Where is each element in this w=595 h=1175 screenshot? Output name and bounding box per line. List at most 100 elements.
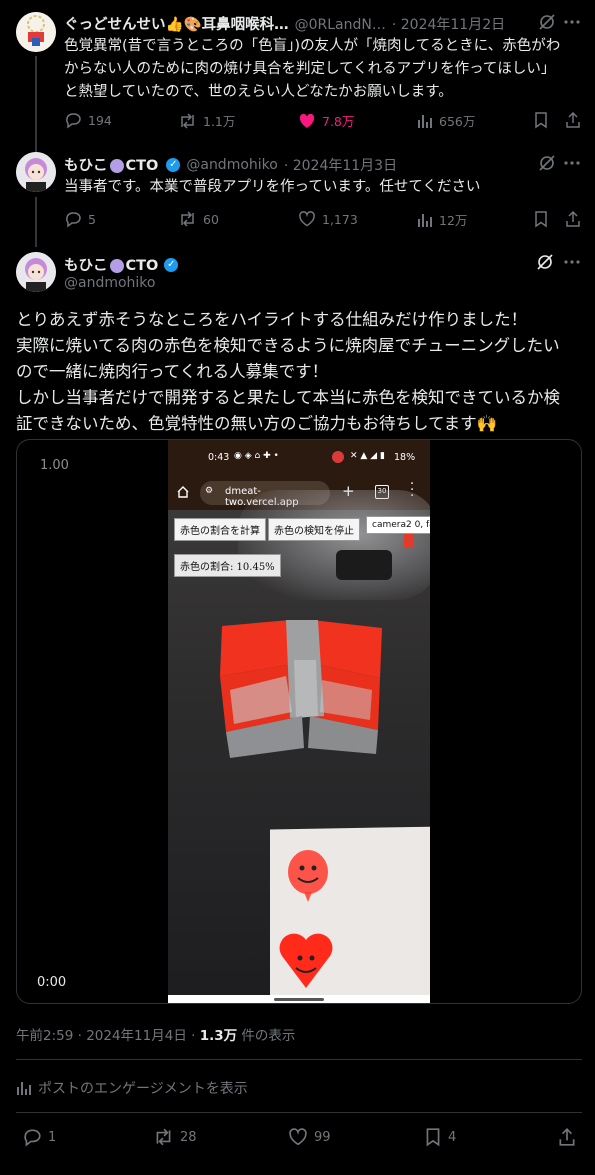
- like-count: 1,173: [322, 211, 358, 227]
- like-count: 7.8万: [322, 114, 355, 129]
- signal-icons: ✕ ▲ ◢ ▮: [350, 451, 385, 461]
- reply-count: 1: [48, 1129, 57, 1145]
- analytics-icon: [418, 114, 432, 128]
- views-button[interactable]: 12万: [417, 210, 467, 229]
- home-icon: [177, 486, 189, 498]
- tweet-text-line: 証できないため、色覚特性の無い方のご協力もお待ちしてます🙌: [16, 414, 498, 433]
- repost-icon: [181, 112, 194, 129]
- playback-speed-label[interactable]: 1.00: [40, 458, 69, 473]
- bookmark-button[interactable]: [533, 210, 549, 228]
- repost-count: 60: [203, 211, 219, 227]
- repost-button[interactable]: 1.1万: [178, 111, 235, 130]
- purple-circle-emoji: [109, 159, 124, 173]
- verified-badge-icon[interactable]: ✓: [166, 157, 181, 172]
- bookmark-button[interactable]: [533, 111, 549, 129]
- grok-icon[interactable]: [538, 154, 556, 172]
- calc-ratio-button: 赤色の割合を計算: [174, 518, 266, 541]
- tweet-1[interactable]: ぐっどせんせい👍🎨耳鼻咽喉科… @0RLandN… · 2024年11月2日 色…: [0, 0, 595, 152]
- analytics-icon: [17, 1082, 31, 1095]
- status-icons: ◉ ◈ ⌂ ✚ •: [234, 451, 279, 461]
- avatar[interactable]: [16, 12, 56, 52]
- view-count: 12万: [439, 213, 468, 228]
- verified-badge-icon[interactable]: ✓: [164, 257, 179, 272]
- share-icon: [566, 111, 580, 128]
- repost-count: 1.1万: [203, 114, 236, 129]
- handle[interactable]: @andmohiko: [186, 157, 277, 173]
- divider: [16, 1112, 582, 1113]
- avatar-image: [16, 252, 56, 292]
- heart-stickers: [279, 850, 333, 988]
- handle[interactable]: @andmohiko: [64, 275, 155, 291]
- grok-icon[interactable]: [536, 253, 554, 271]
- reply-count: 194: [88, 112, 112, 128]
- reply-button[interactable]: 194: [64, 111, 112, 129]
- bookmark-icon: [426, 1128, 440, 1147]
- analytics-icon: [418, 213, 432, 227]
- reply-icon: [24, 1129, 41, 1147]
- like-count: 99: [314, 1129, 331, 1145]
- container-object: [238, 490, 430, 600]
- engagement-link-text: ポストのエンゲージメントを表示: [38, 1081, 248, 1097]
- stop-detection-button: 赤色の検知を停止: [268, 518, 360, 541]
- view-count: 656万: [439, 114, 476, 129]
- display-name-prefix: もひこ: [64, 158, 108, 174]
- red-tab: [404, 532, 414, 548]
- reply-button[interactable]: 5: [64, 210, 96, 228]
- avatar-image: [16, 152, 56, 192]
- battery-level: 18%: [394, 452, 416, 463]
- repost-button[interactable]: 60: [178, 210, 219, 228]
- more-icon[interactable]: [563, 13, 581, 31]
- display-name-prefix: もひこ: [64, 258, 108, 274]
- timestamp-text[interactable]: 午前2:59 · 2024年11月4日 ·: [16, 1028, 200, 1044]
- post-timestamp: 午前2:59 · 2024年11月4日 · 1.3万 件の表示: [16, 1024, 295, 1044]
- avatar[interactable]: [16, 252, 56, 292]
- divider: [16, 1059, 582, 1060]
- tweet-text-line: 実際に焼いてる肉の赤色を検知できるように焼肉屋でチューニングしたい: [16, 336, 560, 355]
- purple-circle-emoji: [109, 259, 124, 273]
- status-time: 0:43: [208, 452, 230, 463]
- share-icon: [559, 1128, 575, 1146]
- post-date[interactable]: · 2024年11月3日: [284, 155, 397, 175]
- avatar-image: [16, 12, 56, 52]
- grok-icon[interactable]: [538, 13, 556, 31]
- share-button[interactable]: [564, 111, 582, 129]
- highlighted-box-object: [220, 620, 382, 758]
- reply-icon: [66, 212, 81, 228]
- avatar[interactable]: [16, 152, 56, 192]
- video-frame: 0:43 ◉ ◈ ⌂ ✚ • ✕ ▲ ◢ ▮ 18% ⚙ dmeat-two.v…: [168, 440, 430, 1003]
- bookmark-count: 4: [448, 1129, 457, 1145]
- bookmark-button[interactable]: 4: [424, 1127, 456, 1147]
- view-suffix: 件の表示: [237, 1028, 296, 1044]
- handle[interactable]: @0RLandN…: [295, 17, 386, 33]
- post-engagements-link[interactable]: ポストのエンゲージメントを表示: [16, 1078, 248, 1098]
- more-icon[interactable]: [563, 154, 581, 172]
- tweet-text: とりあえず赤そうなところをハイライトする仕組みだけ作りました！ 実際に焼いてる肉…: [16, 307, 586, 437]
- post-date[interactable]: · 2024年11月2日: [392, 14, 505, 34]
- repost-button[interactable]: 28: [153, 1127, 197, 1147]
- phone-status-bar: 0:43 ◉ ◈ ⌂ ✚ • ✕ ▲ ◢ ▮ 18%: [168, 440, 430, 476]
- repost-count: 28: [180, 1129, 197, 1145]
- share-button[interactable]: [564, 210, 582, 228]
- display-name[interactable]: もひこ CTO: [64, 154, 158, 175]
- camera-select: camera2 0, fa: [366, 516, 430, 534]
- video-time: 0:00: [37, 975, 67, 990]
- like-button[interactable]: 1,173: [298, 210, 358, 228]
- heart-icon: [289, 1128, 307, 1146]
- display-name-suffix: CTO: [125, 258, 159, 274]
- views-button[interactable]: 656万: [417, 111, 475, 130]
- share-button[interactable]: [557, 1127, 577, 1147]
- display-name[interactable]: もひこ CTO: [64, 254, 158, 275]
- main-tweet: もひこ CTO ✓ @andmohiko とりあえず赤そうなところをハイライトする…: [0, 245, 595, 1175]
- video-player[interactable]: 1.00 0:00 0:43 ◉ ◈ ⌂ ✚ • ✕ ▲ ◢ ▮ 18% ⚙ d…: [16, 439, 582, 1004]
- like-button[interactable]: 99: [288, 1127, 331, 1147]
- reply-button[interactable]: 1: [22, 1127, 56, 1147]
- like-button[interactable]: 7.8万: [298, 111, 354, 130]
- more-icon[interactable]: [563, 253, 581, 271]
- tweet-text-line: からない人のために肉の焼け具合を判定してくれるアプリを作ってほしい」: [64, 61, 556, 77]
- camera-view: 赤色の割合を計算 赤色の検知を停止 camera2 0, fa 赤色の割合: 1…: [168, 490, 430, 1003]
- tweet-2[interactable]: もひこ CTO ✓ @andmohiko · 2024年11月3日 当事者です。本…: [0, 145, 595, 247]
- display-name[interactable]: ぐっどせんせい👍🎨耳鼻咽喉科…: [64, 13, 289, 34]
- tweet-text-line: 色覚異常(昔で言うところの「色盲」)の友人が「焼肉してるときに、赤色がわ: [64, 38, 561, 54]
- display-name-suffix: CTO: [125, 158, 159, 174]
- heart-icon: [299, 211, 315, 227]
